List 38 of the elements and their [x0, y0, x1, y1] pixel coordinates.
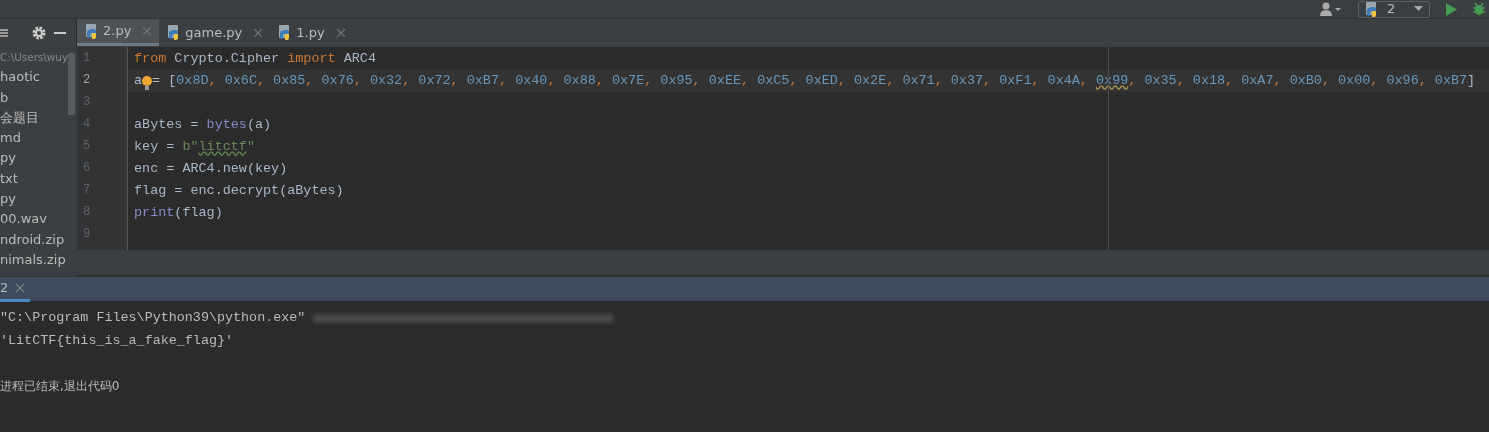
settings-icon[interactable]: [32, 26, 46, 40]
minimize-icon[interactable]: [54, 31, 66, 35]
file-item[interactable]: 会题目: [0, 107, 77, 129]
code-line: aBytes = bytes(a): [133, 116, 273, 134]
file-item[interactable]: 00.wav: [0, 209, 77, 230]
debug-bug-icon[interactable]: [1473, 2, 1485, 16]
close-icon[interactable]: [254, 28, 263, 37]
scrollbar-thumb[interactable]: [68, 53, 75, 115]
run-icon[interactable]: [1446, 2, 1457, 16]
lightbulb-icon[interactable]: [142, 73, 153, 89]
code-line: enc = ARC4.new(key): [133, 160, 289, 178]
user-icon[interactable]: [1320, 2, 1342, 16]
python-file-icon: [85, 23, 99, 39]
file-item[interactable]: py: [0, 148, 77, 169]
close-icon[interactable]: [16, 284, 25, 292]
run-tab[interactable]: 2: [0, 277, 31, 302]
console-line: 进程已结束,退出代码0: [0, 377, 120, 395]
code-line: key = b"litctf": [133, 138, 256, 156]
file-item[interactable]: haotic: [0, 67, 77, 88]
file-item[interactable]: b: [0, 87, 77, 108]
file-item[interactable]: ndroid.zip: [0, 229, 77, 250]
editor-tab[interactable]: 2.py: [77, 19, 160, 46]
file-item[interactable]: txt: [0, 168, 77, 190]
console-line: 'LitCTF{this_is_a_fake_flag}': [0, 331, 234, 350]
python-icon: [1365, 1, 1379, 17]
file-item[interactable]: md: [0, 128, 77, 149]
run-config-dropdown[interactable]: 2: [1358, 0, 1430, 18]
file-item[interactable]: nimals.zip: [0, 249, 77, 271]
code-line: flag = enc.decrypt(aBytes): [133, 182, 345, 200]
caret-icon: [1414, 6, 1423, 12]
console-line: "C:\Program Files\Python39\python.exe": [0, 309, 306, 327]
project-path[interactable]: C:\Users\wuy: [0, 47, 77, 68]
code-line: from Crypto.Cipher import ARC4: [133, 50, 377, 68]
collapse-icon[interactable]: [0, 27, 8, 39]
code-line: print(flag): [133, 204, 224, 222]
file-item[interactable]: py: [0, 189, 77, 210]
close-icon[interactable]: [336, 28, 345, 37]
close-icon[interactable]: [143, 27, 152, 35]
